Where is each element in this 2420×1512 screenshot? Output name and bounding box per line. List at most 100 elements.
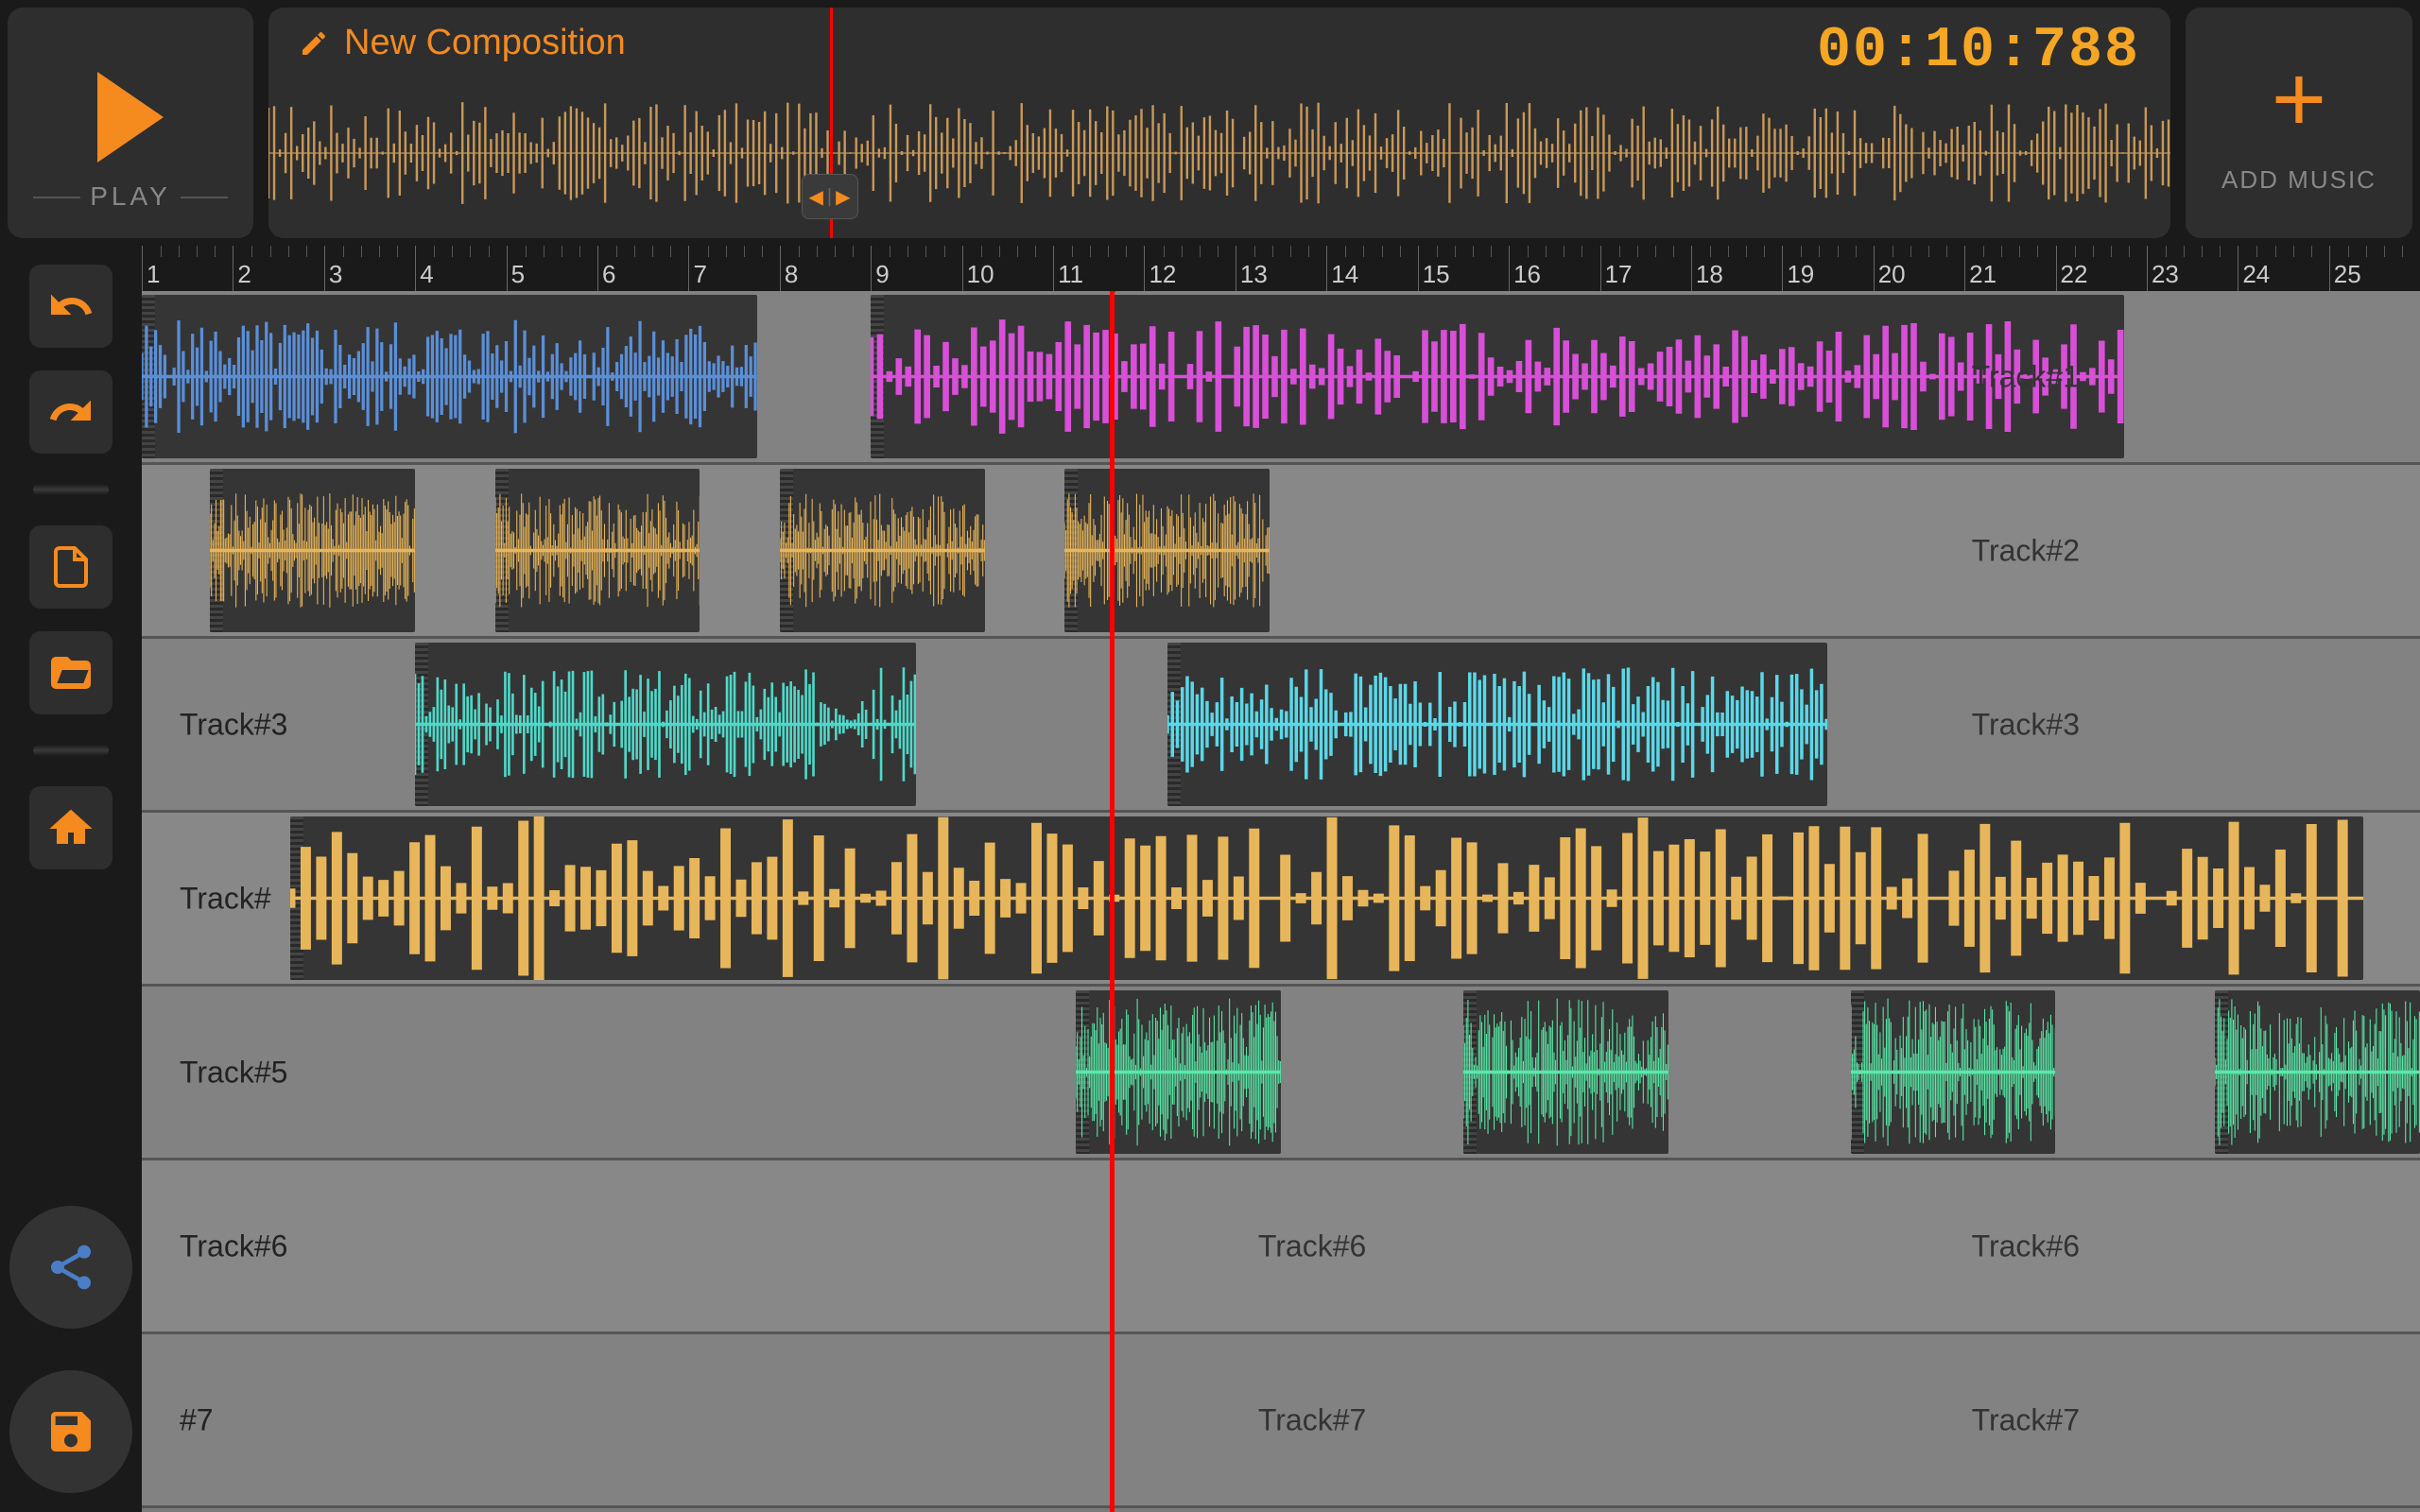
overview-scrub-handle[interactable]: ◀|▶ bbox=[802, 174, 858, 219]
ruler-tick: 6 bbox=[597, 246, 688, 291]
play-label: PLAY bbox=[90, 181, 171, 212]
undo-button[interactable] bbox=[29, 265, 112, 348]
ruler-label: 7 bbox=[693, 260, 706, 289]
ruler-tick: 9 bbox=[871, 246, 961, 291]
ruler-label: 22 bbox=[2061, 260, 2088, 289]
share-button[interactable] bbox=[9, 1206, 132, 1329]
ruler-tick: 25 bbox=[2329, 246, 2420, 291]
clip-waveform bbox=[142, 295, 757, 458]
clip-waveform bbox=[871, 295, 2124, 458]
save-icon bbox=[44, 1405, 97, 1458]
play-button[interactable]: PLAY bbox=[8, 8, 253, 238]
home-button[interactable] bbox=[29, 786, 112, 869]
audio-clip[interactable] bbox=[290, 816, 2363, 980]
ruler-label: 13 bbox=[1240, 260, 1268, 289]
overview-panel[interactable]: New Composition 00:10:788 ◀|▶ bbox=[268, 8, 2170, 238]
composition-title: New Composition bbox=[344, 23, 626, 63]
track-row[interactable]: Track# bbox=[142, 813, 2420, 987]
audio-clip[interactable] bbox=[780, 469, 985, 632]
ruler-tick: 13 bbox=[1236, 246, 1326, 291]
ruler-label: 20 bbox=[1878, 260, 1906, 289]
ruler-tick: 19 bbox=[1782, 246, 1873, 291]
audio-clip[interactable] bbox=[1167, 643, 1828, 806]
redo-icon bbox=[48, 389, 94, 435]
ruler-label: 4 bbox=[420, 260, 433, 289]
audio-clip[interactable] bbox=[1463, 990, 1668, 1154]
track-label: Track#3 bbox=[1972, 707, 2080, 742]
audio-clip[interactable] bbox=[415, 643, 916, 806]
timecode: 00:10:788 bbox=[1817, 19, 2140, 83]
audio-clip[interactable] bbox=[142, 295, 757, 458]
audio-clip[interactable] bbox=[2215, 990, 2420, 1154]
clip-waveform bbox=[495, 469, 700, 632]
overview-waveform bbox=[268, 96, 2170, 210]
clip-waveform bbox=[2215, 990, 2420, 1154]
track-label: Track# bbox=[180, 881, 271, 916]
clip-waveform bbox=[415, 643, 916, 806]
clip-waveform bbox=[1076, 990, 1281, 1154]
track-label: Track#6 bbox=[1258, 1228, 1366, 1263]
track-row[interactable]: #7Track#7Track#7 bbox=[142, 1334, 2420, 1508]
ruler-tick: 24 bbox=[2238, 246, 2328, 291]
pencil-icon bbox=[299, 28, 329, 59]
audio-clip[interactable] bbox=[1851, 990, 2056, 1154]
track-label: Track#6 bbox=[180, 1228, 287, 1263]
audio-clip[interactable] bbox=[210, 469, 415, 632]
clip-waveform bbox=[290, 816, 2363, 980]
plus-icon: + bbox=[2272, 52, 2326, 146]
track-row[interactable]: Track#5 bbox=[142, 987, 2420, 1160]
ruler-tick: 15 bbox=[1418, 246, 1509, 291]
ruler-label: 23 bbox=[2152, 260, 2179, 289]
save-button[interactable] bbox=[9, 1370, 132, 1493]
timeline-playhead[interactable] bbox=[1110, 291, 1115, 1512]
ruler-label: 6 bbox=[602, 260, 615, 289]
ruler-label: 3 bbox=[329, 260, 342, 289]
track-row[interactable]: Track#1 bbox=[142, 291, 2420, 465]
track-row[interactable]: Track#2 bbox=[142, 465, 2420, 639]
ruler-label: 24 bbox=[2242, 260, 2270, 289]
add-music-label: ADD MUSIC bbox=[2221, 165, 2377, 195]
ruler-tick: 18 bbox=[1691, 246, 1782, 291]
ruler[interactable]: 1234567891011121314151617181920212223242… bbox=[142, 246, 2420, 291]
sidebar bbox=[0, 246, 142, 1512]
audio-clip[interactable] bbox=[1064, 469, 1270, 632]
open-folder-button[interactable] bbox=[29, 631, 112, 714]
ruler-tick: 3 bbox=[324, 246, 415, 291]
ruler-label: 21 bbox=[1969, 260, 1996, 289]
ruler-tick: 22 bbox=[2056, 246, 2147, 291]
audio-clip[interactable] bbox=[495, 469, 700, 632]
ruler-label: 9 bbox=[875, 260, 889, 289]
ruler-tick: 20 bbox=[1874, 246, 1964, 291]
ruler-label: 8 bbox=[785, 260, 798, 289]
clip-waveform bbox=[210, 469, 415, 632]
ruler-tick: 5 bbox=[507, 246, 597, 291]
audio-clip[interactable] bbox=[871, 295, 2124, 458]
track-label: Track#1 bbox=[1972, 359, 2080, 394]
add-music-button[interactable]: + ADD MUSIC bbox=[2186, 8, 2412, 238]
audio-clip[interactable] bbox=[1076, 990, 1281, 1154]
ruler-label: 11 bbox=[1058, 260, 1083, 289]
track-label: Track#5 bbox=[180, 1055, 287, 1090]
ruler-tick: 8 bbox=[780, 246, 871, 291]
clip-waveform bbox=[1463, 990, 1668, 1154]
tracks-container[interactable]: Track#1 Track#2Track#3Track#3 Track# Track#… bbox=[142, 291, 2420, 1512]
track-row[interactable]: Track#3Track#3 bbox=[142, 639, 2420, 813]
track-label: Track#7 bbox=[1972, 1402, 2080, 1437]
sidebar-separator bbox=[33, 484, 109, 495]
undo-icon bbox=[48, 284, 94, 329]
redo-button[interactable] bbox=[29, 370, 112, 454]
clip-waveform bbox=[1167, 643, 1828, 806]
ruler-label: 1 bbox=[147, 260, 160, 289]
ruler-label: 18 bbox=[1696, 260, 1723, 289]
ruler-tick: 16 bbox=[1509, 246, 1599, 291]
track-label: #7 bbox=[180, 1402, 214, 1437]
new-file-button[interactable] bbox=[29, 525, 112, 609]
ruler-label: 25 bbox=[2334, 260, 2361, 289]
track-row[interactable]: Track#6Track#6Track#6 bbox=[142, 1160, 2420, 1334]
timeline: 1234567891011121314151617181920212223242… bbox=[142, 246, 2420, 1512]
composition-title-row[interactable]: New Composition bbox=[299, 23, 626, 63]
ruler-tick: 17 bbox=[1600, 246, 1691, 291]
ruler-label: 5 bbox=[511, 260, 525, 289]
main-area: 1234567891011121314151617181920212223242… bbox=[0, 246, 2420, 1512]
share-icon bbox=[44, 1241, 97, 1294]
